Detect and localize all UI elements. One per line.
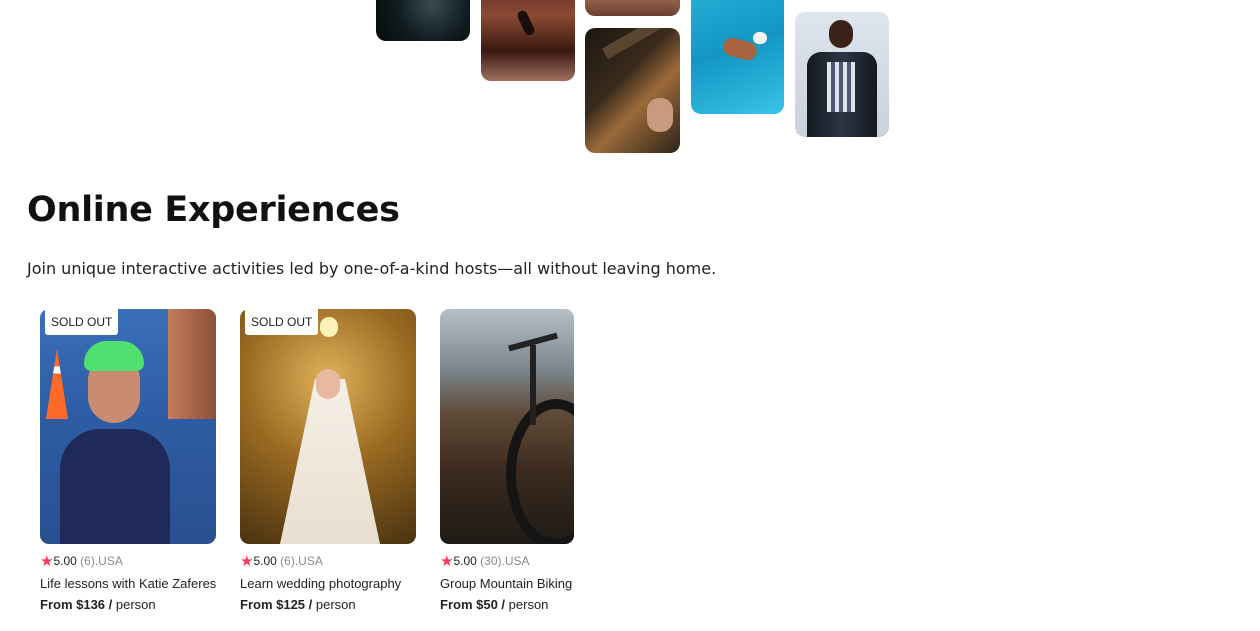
review-count: (6): [80, 554, 95, 568]
singer-microphone-photo: [795, 12, 889, 137]
rating-value: 5.00: [253, 554, 277, 568]
price-unit: person: [508, 597, 549, 612]
guitar-player-photo: [585, 28, 680, 153]
rating-row: ★5.00 (30).USA: [440, 553, 530, 570]
country: USA: [504, 554, 530, 568]
guitar-top-photo: [585, 0, 680, 16]
hero-photo-collage: [0, 0, 1260, 160]
price-amount: From $50 /: [440, 597, 506, 612]
experience-card[interactable]: SOLD OUT ★5.00 (6).USA Life lessons with…: [40, 309, 216, 612]
star-icon: ★: [40, 553, 54, 570]
rating-row: ★5.00 (6).USA: [40, 553, 123, 570]
rating-row: ★5.00 (6).USA: [240, 553, 323, 570]
section-subtitle: Join unique interactive activities led b…: [27, 259, 717, 278]
experience-photo[interactable]: SOLD OUT: [240, 309, 416, 544]
dark-abstract-photo: [376, 0, 470, 41]
ballet-dancer-photo: [481, 0, 575, 81]
country: USA: [98, 554, 123, 568]
star-icon: ★: [440, 553, 454, 570]
experience-card[interactable]: ★5.00 (30).USA Group Mountain Biking Fro…: [440, 309, 576, 612]
star-icon: ★: [240, 553, 254, 570]
experience-price: From $125 / person: [240, 597, 416, 612]
rating-value: 5.00: [453, 554, 477, 568]
review-count: (30): [480, 554, 502, 568]
experience-cards-list: SOLD OUT ★5.00 (6).USA Life lessons with…: [40, 309, 576, 631]
experience-title[interactable]: Group Mountain Biking: [440, 576, 576, 591]
price-amount: From $136 /: [40, 597, 113, 612]
section-title: Online Experiences: [27, 190, 400, 230]
sold-out-badge: SOLD OUT: [45, 309, 119, 335]
country: USA: [298, 554, 323, 568]
experience-price: From $136 / person: [40, 597, 216, 612]
rating-value: 5.00: [53, 554, 77, 568]
price-unit: person: [115, 597, 156, 612]
experience-price: From $50 / person: [440, 597, 576, 612]
experience-title[interactable]: Life lessons with Katie Zaferes: [40, 576, 216, 591]
experience-photo[interactable]: [440, 309, 574, 544]
swimmer-photo: [691, 0, 784, 114]
price-unit: person: [315, 597, 356, 612]
experience-title[interactable]: Learn wedding photography: [240, 576, 416, 591]
review-count: (6): [280, 554, 295, 568]
experience-card[interactable]: SOLD OUT ★5.00 (6).USA Learn wedding pho…: [240, 309, 416, 612]
experience-photo[interactable]: SOLD OUT: [40, 309, 216, 544]
sold-out-badge: SOLD OUT: [245, 309, 319, 335]
price-amount: From $125 /: [240, 597, 313, 612]
